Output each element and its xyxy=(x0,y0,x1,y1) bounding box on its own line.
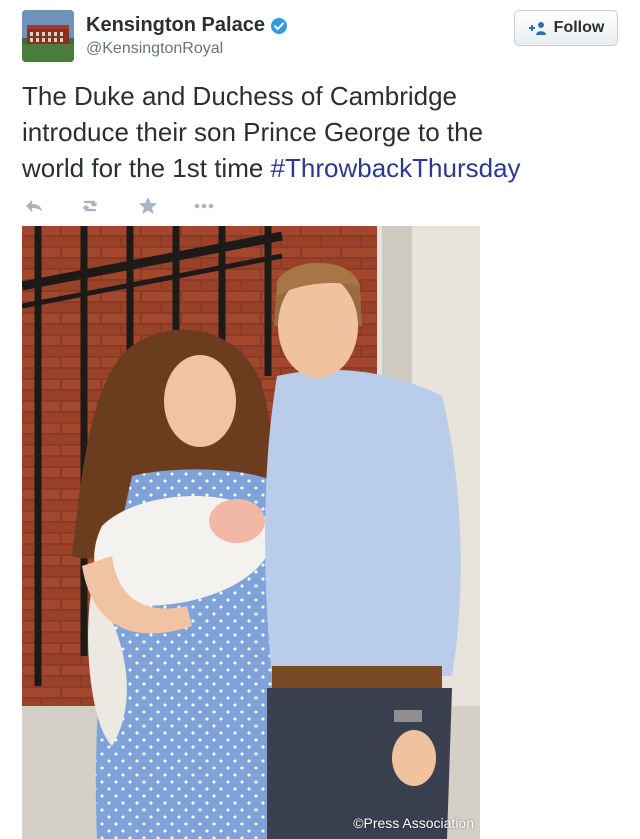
tweet-text: The Duke and Duchess of Cambridge introd… xyxy=(22,78,622,186)
verified-badge-icon xyxy=(270,17,287,34)
tweet-line-1: The Duke and Duchess of Cambridge xyxy=(22,81,458,111)
account-name-row[interactable]: Kensington Palace xyxy=(86,14,288,37)
favorite-icon[interactable] xyxy=(136,194,160,218)
tweet-actions xyxy=(22,194,242,218)
palace-avatar-icon xyxy=(22,10,74,62)
tweet-photo[interactable]: ©Press Association xyxy=(22,226,480,839)
retweet-icon[interactable] xyxy=(78,194,102,218)
add-user-icon xyxy=(528,22,546,35)
tweet-header: Kensington Palace @KensingtonRoyal Follo… xyxy=(22,8,618,64)
account-avatar[interactable] xyxy=(22,10,74,62)
account-handle[interactable]: @KensingtonRoyal xyxy=(86,40,223,58)
royal-family-photo xyxy=(22,226,480,839)
hashtag-link[interactable]: #ThrowbackThursday xyxy=(271,153,521,183)
follow-label: Follow xyxy=(553,19,605,36)
tweet-line-3-text: world for the 1st time xyxy=(22,153,271,183)
account-name[interactable]: Kensington Palace xyxy=(86,14,265,37)
reply-icon[interactable] xyxy=(22,194,46,218)
photo-credit: ©Press Association xyxy=(353,815,474,831)
tweet-line-3: world for the 1st time #ThrowbackThursda… xyxy=(22,150,622,186)
tweet-line-2: introduce their son Prince George to the xyxy=(22,117,484,147)
more-icon[interactable] xyxy=(192,194,216,218)
follow-button[interactable]: Follow xyxy=(514,10,618,46)
